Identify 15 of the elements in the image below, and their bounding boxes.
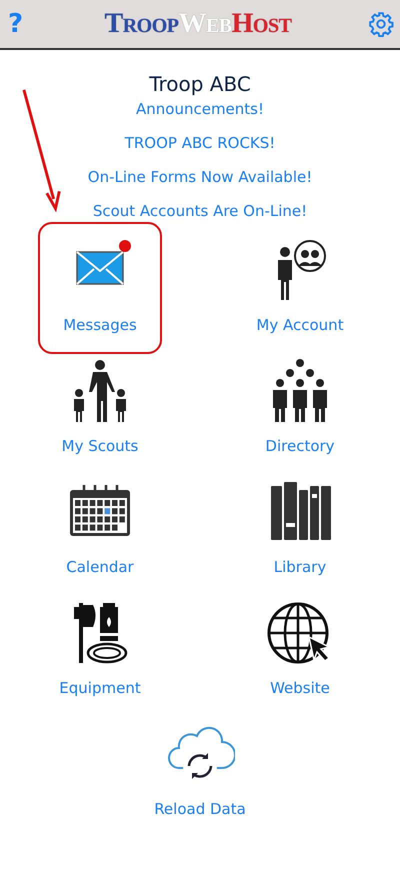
menu-tile[interactable]: Calendar: [38, 464, 162, 585]
menu-tile[interactable]: Website: [238, 585, 362, 706]
troop-title: Troop ABC: [148, 72, 252, 96]
announcement-link[interactable]: Scout Accounts Are On-Line!: [92, 200, 308, 222]
settings-icon[interactable]: [368, 11, 394, 37]
menu-tile[interactable]: Reload Data: [138, 706, 262, 827]
announcement-link[interactable]: Announcements!: [136, 98, 264, 120]
menu-tile[interactable]: Messages: [38, 222, 162, 354]
help-button[interactable]: ?: [8, 9, 28, 39]
menu-tile[interactable]: Directory: [238, 343, 362, 464]
menu-tile[interactable]: Library: [238, 464, 362, 585]
announcement-link[interactable]: TROOP ABC ROCKS!: [124, 132, 276, 154]
menu-tile[interactable]: Equipment: [38, 585, 162, 706]
menu-tile[interactable]: My Account: [238, 222, 362, 343]
announcement-link[interactable]: On-Line Forms Now Available!: [88, 166, 312, 188]
